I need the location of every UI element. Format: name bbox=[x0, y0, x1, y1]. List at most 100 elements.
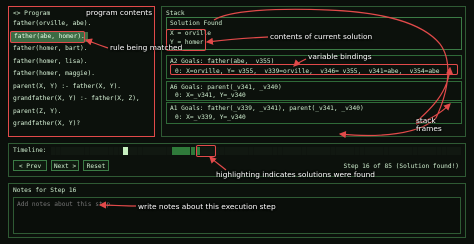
timeline-step[interactable] bbox=[345, 147, 350, 155]
timeline-step[interactable] bbox=[306, 147, 312, 155]
timeline-step[interactable] bbox=[51, 147, 56, 155]
frame-binding: 0: X=_v341, Y=_v340 bbox=[175, 92, 246, 99]
frame-goals: A6 Goals: parent(_v341, _v340) bbox=[170, 84, 282, 91]
timeline-step[interactable] bbox=[113, 147, 119, 155]
program-line[interactable]: father(homer, maggie). bbox=[13, 69, 95, 79]
timeline-step[interactable] bbox=[436, 147, 442, 155]
timeline-step[interactable] bbox=[239, 147, 244, 155]
timeline-step[interactable] bbox=[118, 147, 123, 155]
timeline-step[interactable] bbox=[263, 147, 268, 155]
timeline-step[interactable] bbox=[65, 147, 70, 155]
timeline-step[interactable] bbox=[108, 147, 114, 155]
program-line[interactable]: father(orville, abe). bbox=[13, 19, 91, 29]
timeline-step[interactable] bbox=[297, 147, 302, 155]
timeline-step[interactable] bbox=[388, 147, 394, 155]
timeline-step[interactable] bbox=[190, 147, 196, 155]
timeline-step[interactable] bbox=[272, 147, 278, 155]
timeline-step[interactable] bbox=[253, 147, 258, 155]
timeline-step[interactable] bbox=[171, 147, 176, 155]
timeline-step[interactable] bbox=[133, 147, 138, 155]
program-line[interactable]: parent(X, Y) :- father(X, Y). bbox=[13, 82, 121, 92]
timeline-step[interactable] bbox=[142, 147, 148, 155]
timeline-step[interactable] bbox=[359, 147, 365, 155]
timeline-step[interactable] bbox=[60, 147, 66, 155]
timeline-step[interactable] bbox=[55, 147, 61, 155]
timeline-step[interactable] bbox=[248, 147, 254, 155]
timeline-step[interactable] bbox=[123, 147, 128, 155]
timeline-step[interactable] bbox=[393, 147, 398, 155]
timeline-step[interactable] bbox=[325, 147, 331, 155]
prev-button[interactable]: < Prev bbox=[13, 160, 47, 171]
timeline-step[interactable] bbox=[374, 147, 379, 155]
annotation-current-solution: contents of current solution bbox=[270, 32, 373, 41]
timeline-step[interactable] bbox=[234, 147, 239, 155]
timeline-step[interactable] bbox=[316, 147, 321, 155]
timeline-step[interactable] bbox=[128, 147, 133, 155]
timeline-step[interactable] bbox=[311, 147, 316, 155]
timeline-step[interactable] bbox=[412, 147, 418, 155]
timeline-step[interactable] bbox=[330, 147, 336, 155]
next-button[interactable]: Next > bbox=[51, 160, 79, 171]
timeline-step[interactable] bbox=[403, 147, 408, 155]
annotation-variable-bindings: variable bindings bbox=[308, 52, 372, 61]
timeline-step[interactable] bbox=[268, 147, 273, 155]
timeline-step[interactable] bbox=[340, 147, 345, 155]
timeline-step[interactable] bbox=[137, 147, 143, 155]
timeline-step[interactable] bbox=[383, 147, 389, 155]
timeline-step[interactable] bbox=[456, 147, 461, 155]
timeline-step[interactable] bbox=[84, 147, 90, 155]
timeline-step[interactable] bbox=[147, 147, 152, 155]
timeline-step[interactable] bbox=[243, 147, 249, 155]
timeline-step[interactable] bbox=[451, 147, 456, 155]
reset-button[interactable]: Reset bbox=[83, 160, 109, 171]
timeline-label: Timeline: bbox=[13, 147, 47, 154]
timeline-step[interactable] bbox=[186, 147, 191, 155]
timeline-step[interactable] bbox=[258, 147, 263, 155]
program-line[interactable]: father(homer, lisa). bbox=[13, 57, 88, 67]
timeline-step[interactable] bbox=[79, 147, 85, 155]
highlight-matched-rule bbox=[10, 30, 85, 43]
timeline-step[interactable] bbox=[219, 147, 225, 155]
timeline-step[interactable] bbox=[292, 147, 297, 155]
timeline-step[interactable] bbox=[321, 147, 326, 155]
timeline-step[interactable] bbox=[407, 147, 413, 155]
timeline-step[interactable] bbox=[432, 147, 437, 155]
timeline-step[interactable] bbox=[301, 147, 307, 155]
program-line[interactable]: parent(Z, Y). bbox=[13, 107, 61, 117]
timeline-step[interactable] bbox=[157, 147, 162, 155]
timeline-step[interactable] bbox=[398, 147, 403, 155]
timeline-step[interactable] bbox=[350, 147, 355, 155]
timeline-step[interactable] bbox=[364, 147, 369, 155]
timeline-step[interactable] bbox=[422, 147, 427, 155]
timeline-step[interactable] bbox=[277, 147, 283, 155]
timeline-step[interactable] bbox=[166, 147, 172, 155]
timeline-step[interactable] bbox=[282, 147, 287, 155]
timeline-step[interactable] bbox=[94, 147, 99, 155]
timeline-step[interactable] bbox=[104, 147, 109, 155]
timeline-step[interactable] bbox=[75, 147, 80, 155]
timeline-step[interactable] bbox=[427, 147, 432, 155]
timeline-step[interactable] bbox=[335, 147, 340, 155]
timeline-step[interactable] bbox=[446, 147, 451, 155]
timeline-step[interactable] bbox=[441, 147, 447, 155]
timeline-step[interactable] bbox=[70, 147, 75, 155]
timeline-step[interactable] bbox=[287, 147, 292, 155]
timeline-step[interactable] bbox=[161, 147, 167, 155]
timeline-step[interactable] bbox=[89, 147, 94, 155]
timeline-step[interactable] bbox=[181, 147, 186, 155]
program-line[interactable]: father(homer, bart). bbox=[13, 44, 88, 54]
timeline-step[interactable] bbox=[229, 147, 234, 155]
timeline-step[interactable] bbox=[99, 147, 104, 155]
timeline-step[interactable] bbox=[354, 147, 360, 155]
timeline-step[interactable] bbox=[417, 147, 422, 155]
timeline-step[interactable] bbox=[224, 147, 230, 155]
timeline-step[interactable] bbox=[379, 147, 384, 155]
program-line[interactable]: grandfather(X, Y) :- father(X, Z), bbox=[13, 94, 140, 104]
step-status: Step 16 of 85 (Solution found!) bbox=[343, 163, 459, 170]
timeline-step[interactable] bbox=[369, 147, 374, 155]
timeline-step[interactable] bbox=[176, 147, 181, 155]
timeline-track[interactable] bbox=[51, 147, 461, 155]
timeline-step[interactable] bbox=[152, 147, 157, 155]
frame-goals: A1 Goals: father(_v339, _v341), parent(_… bbox=[170, 105, 364, 112]
program-line[interactable]: grandfather(X, Y)? bbox=[13, 119, 80, 129]
